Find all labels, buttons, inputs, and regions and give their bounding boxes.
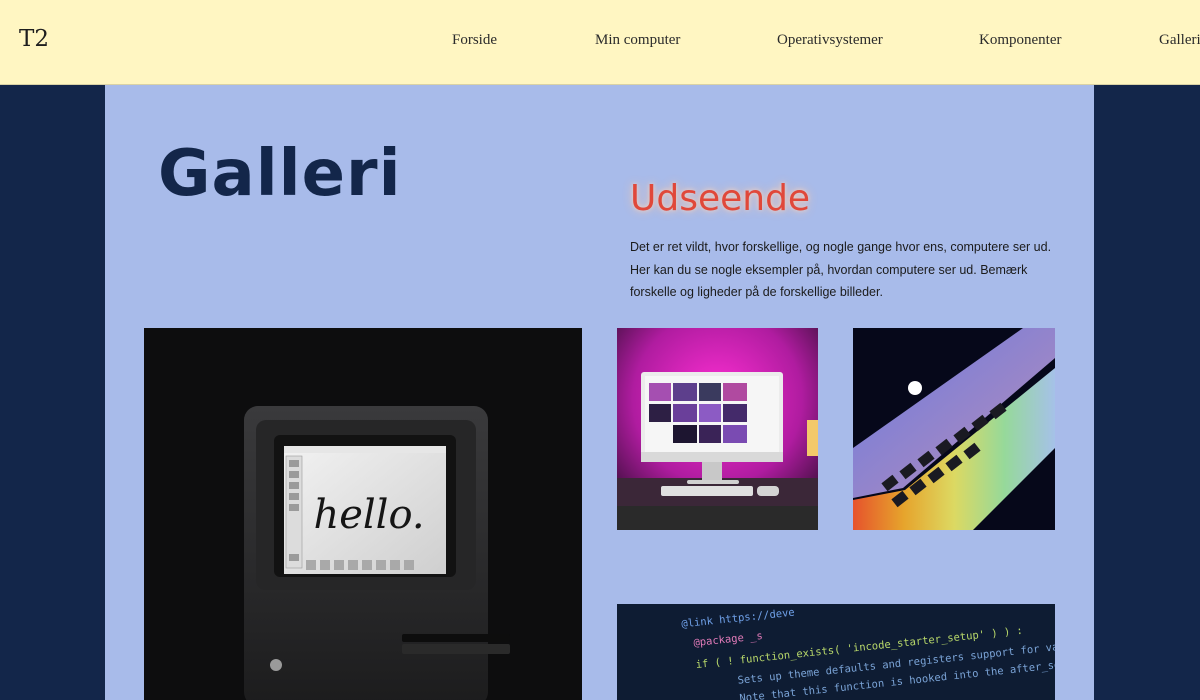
intro-text: Det er ret vildt, hvor forskellige, og n…: [630, 240, 1052, 299]
code-screen-photo: @link https://deve @package _s if ( ! fu…: [617, 604, 1055, 700]
main-content: Galleri Udseende Det er ret vildt, hvor …: [105, 85, 1094, 700]
nav-galleri[interactable]: Galleri: [1159, 32, 1200, 49]
site-header: T2 Forside Min computer Operativsystemer…: [0, 0, 1200, 85]
page-title: Galleri: [158, 137, 402, 211]
site-logo[interactable]: T2: [19, 26, 49, 52]
nav-komponenter[interactable]: Komponenter: [979, 32, 1061, 49]
nav-operativsystemer[interactable]: Operativsystemer: [777, 32, 883, 49]
nav-min-computer[interactable]: Min computer: [595, 32, 680, 49]
mac-screen-text: hello.: [313, 492, 424, 538]
nav-forside[interactable]: Forside: [452, 32, 497, 49]
section-title: Udseende: [630, 178, 811, 219]
imac-photo: [617, 328, 818, 530]
macintosh-photo: hello.: [144, 328, 582, 700]
macbook-photo: [853, 328, 1055, 530]
